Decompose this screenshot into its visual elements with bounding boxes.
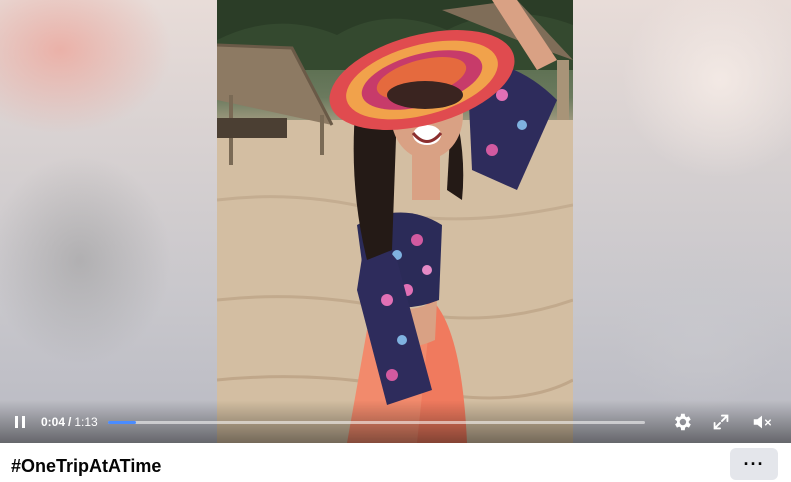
more-options-label: ··· <box>743 453 765 474</box>
more-options-button[interactable]: ··· <box>730 448 778 480</box>
current-time: 0:04 <box>41 415 66 429</box>
video-frame[interactable] <box>217 0 573 443</box>
time-display: 0:04/1:13 <box>41 415 98 429</box>
gear-icon[interactable] <box>671 411 693 433</box>
post-footer: #OneTripAtATime ··· <box>0 443 791 482</box>
post-title: #OneTripAtATime <box>11 456 162 476</box>
expand-icon[interactable] <box>710 411 732 433</box>
video-player[interactable]: 0:04/1:13 <box>0 0 791 443</box>
speaker-muted-icon[interactable] <box>751 411 773 433</box>
pause-icon[interactable] <box>12 414 28 430</box>
time-separator: / <box>68 415 72 429</box>
progress-fill <box>108 421 136 424</box>
progress-bar[interactable] <box>108 421 645 424</box>
video-still-illustration <box>217 0 573 443</box>
duration: 1:13 <box>74 415 98 429</box>
player-controls: 0:04/1:13 <box>0 400 791 443</box>
